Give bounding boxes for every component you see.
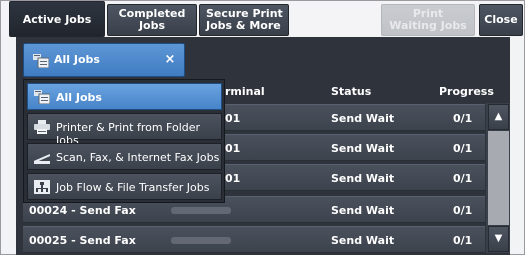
job-name: 00025 - Send Fax: [29, 234, 136, 247]
scrollbar-track[interactable]: [488, 131, 509, 225]
scroll-up-button[interactable]: ▲: [488, 104, 509, 130]
scan-fax-icon: [34, 154, 50, 164]
status-cell: Send Wait: [331, 142, 395, 155]
tab-bar: Active Jobs Completed Jobs Secure Print …: [1, 1, 524, 37]
tab-print-waiting-label-2: Waiting Jobs: [389, 19, 467, 32]
menu-item-all-jobs[interactable]: All Jobs: [27, 83, 222, 110]
printer-icon: [34, 120, 50, 134]
tab-secure-print-label-2: Jobs & More: [206, 19, 281, 32]
redacted-terminal: [171, 237, 231, 244]
clear-filter-icon[interactable]: ×: [164, 53, 176, 66]
tab-active-jobs[interactable]: Active Jobs: [9, 1, 105, 37]
job-filter-menu: All Jobs Printer & Print from Folder Job…: [23, 79, 225, 203]
terminal-cell: 01: [225, 172, 241, 185]
menu-item-printer-jobs[interactable]: Printer & Print from Folder Jobs: [27, 113, 222, 147]
menu-item-label: Scan, Fax, & Internet Fax Jobs: [56, 151, 220, 164]
menu-item-job-flow-jobs[interactable]: Job Flow & File Transfer Jobs: [27, 173, 222, 200]
menu-item-label: All Jobs: [56, 91, 102, 104]
tab-completed-jobs[interactable]: Completed Jobs: [107, 4, 197, 36]
close-button-label: Close: [484, 13, 518, 26]
menu-item-label: Job Flow & File Transfer Jobs: [56, 181, 210, 194]
scroll-down-button[interactable]: ▼: [488, 226, 509, 252]
redacted-terminal: [171, 207, 231, 214]
tab-print-waiting-jobs[interactable]: Print Waiting Jobs: [381, 4, 475, 36]
tab-secure-print[interactable]: Secure Print Jobs & More: [199, 4, 289, 36]
progress-cell: 0/1: [453, 142, 473, 155]
job-filter-dropdown[interactable]: All Jobs ×: [23, 43, 185, 77]
tab-active-jobs-label: Active Jobs: [22, 12, 92, 26]
job-flow-icon: [34, 180, 50, 194]
tab-completed-jobs-label-2: Jobs: [138, 19, 166, 32]
progress-cell: 0/1: [453, 172, 473, 185]
progress-cell: 0/1: [453, 112, 473, 125]
job-name: 00024 - Send Fax: [29, 204, 136, 217]
job-filter-label: All Jobs: [54, 53, 100, 66]
status-cell: Send Wait: [331, 172, 395, 185]
status-cell: Send Wait: [331, 112, 395, 125]
menu-item-scan-fax-jobs[interactable]: Scan, Fax, & Internet Fax Jobs: [27, 143, 222, 170]
close-button[interactable]: Close: [479, 4, 523, 36]
column-header-status: Status: [331, 85, 372, 98]
status-cell: Send Wait: [331, 234, 395, 247]
terminal-cell: 01: [225, 112, 241, 125]
progress-cell: 0/1: [453, 204, 473, 217]
table-row[interactable]: 00025 - Send Fax Send Wait 0/1: [23, 226, 485, 253]
job-status-screen: Active Jobs Completed Jobs Secure Print …: [0, 0, 525, 255]
progress-cell: 0/1: [453, 234, 473, 247]
terminal-cell: 01: [225, 142, 241, 155]
column-header-progress: Progress: [439, 85, 494, 98]
all-jobs-icon: [33, 54, 49, 68]
status-cell: Send Wait: [331, 204, 395, 217]
column-header-terminal: rminal: [225, 85, 265, 98]
all-jobs-icon: [34, 90, 50, 104]
